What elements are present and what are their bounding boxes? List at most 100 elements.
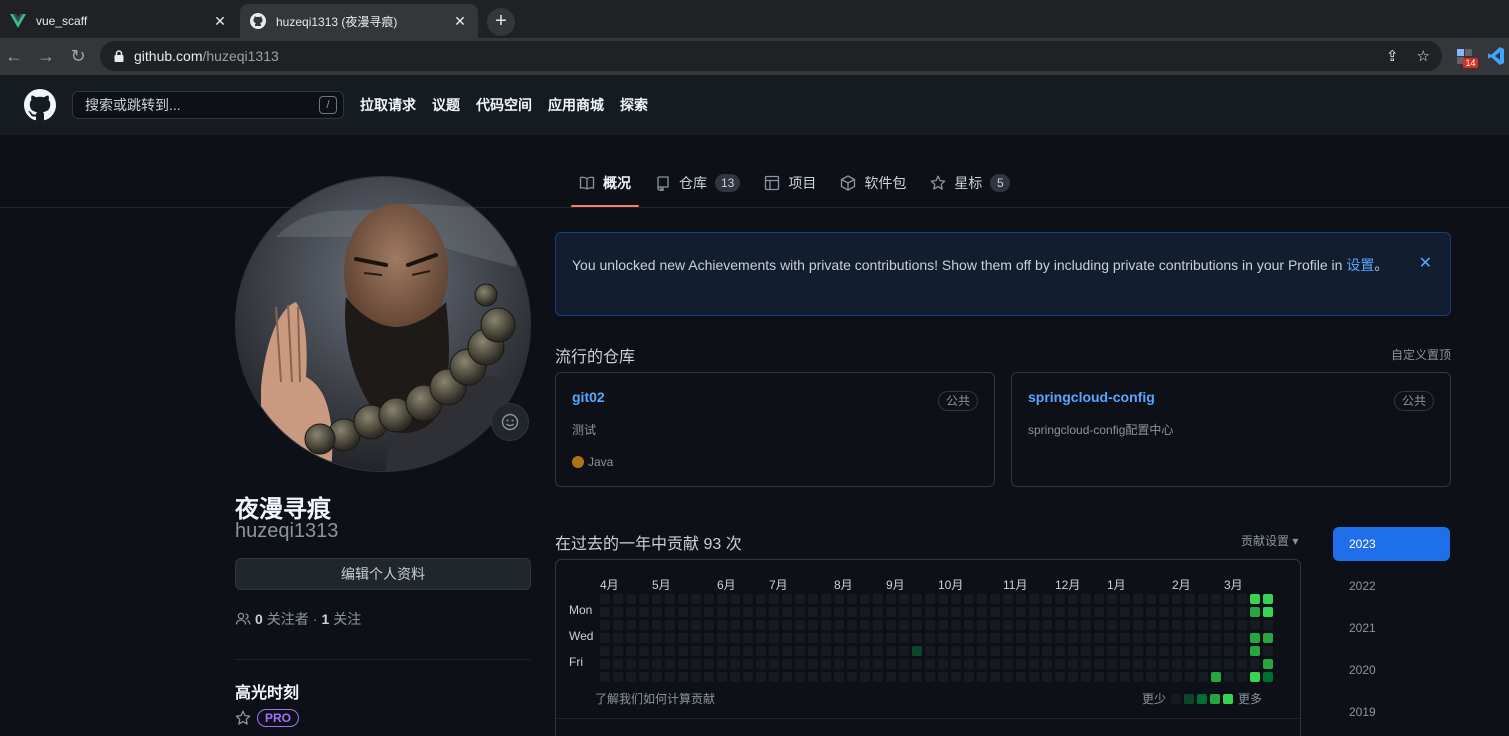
contribution-day-cell[interactable] — [1211, 620, 1221, 630]
contribution-day-cell[interactable] — [795, 594, 805, 604]
contribution-day-cell[interactable] — [1133, 607, 1143, 617]
contribution-day-cell[interactable] — [652, 646, 662, 656]
contribution-day-cell[interactable] — [1263, 646, 1273, 656]
year-2021[interactable]: 2021 — [1333, 611, 1450, 645]
contribution-day-cell[interactable] — [873, 620, 883, 630]
contribution-day-cell[interactable] — [1068, 607, 1078, 617]
contribution-day-cell[interactable] — [964, 594, 974, 604]
contribution-day-cell[interactable] — [1211, 672, 1221, 682]
contribution-day-cell[interactable] — [912, 633, 922, 643]
contribution-day-cell[interactable] — [951, 633, 961, 643]
contribution-day-cell[interactable] — [730, 633, 740, 643]
contribution-day-cell[interactable] — [1159, 659, 1169, 669]
contribution-day-cell[interactable] — [834, 646, 844, 656]
contribution-day-cell[interactable] — [1172, 594, 1182, 604]
tab-packages[interactable]: 软件包 — [832, 163, 914, 203]
contribution-day-cell[interactable] — [925, 633, 935, 643]
contribution-day-cell[interactable] — [626, 607, 636, 617]
new-tab-button[interactable]: + — [487, 8, 515, 36]
contribution-day-cell[interactable] — [769, 646, 779, 656]
contribution-day-cell[interactable] — [899, 620, 909, 630]
contribution-day-cell[interactable] — [626, 659, 636, 669]
browser-tab-github[interactable]: huzeqi1313 (夜漫寻痕) ✕ — [240, 4, 478, 38]
contribution-day-cell[interactable] — [847, 646, 857, 656]
contribution-day-cell[interactable] — [743, 607, 753, 617]
contribution-day-cell[interactable] — [743, 594, 753, 604]
contribution-day-cell[interactable] — [1211, 607, 1221, 617]
following-link[interactable]: 1 关注 — [321, 609, 361, 629]
contribution-day-cell[interactable] — [613, 672, 623, 682]
contribution-day-cell[interactable] — [613, 594, 623, 604]
contribution-day-cell[interactable] — [743, 620, 753, 630]
contribution-day-cell[interactable] — [1055, 633, 1065, 643]
contribution-day-cell[interactable] — [795, 620, 805, 630]
contribution-day-cell[interactable] — [1094, 594, 1104, 604]
contribution-day-cell[interactable] — [977, 594, 987, 604]
contribution-day-cell[interactable] — [756, 594, 766, 604]
contribution-day-cell[interactable] — [964, 659, 974, 669]
contribution-day-cell[interactable] — [860, 672, 870, 682]
contribution-day-cell[interactable] — [639, 646, 649, 656]
contribution-day-cell[interactable] — [691, 633, 701, 643]
contribution-day-cell[interactable] — [1042, 594, 1052, 604]
contribution-day-cell[interactable] — [925, 620, 935, 630]
contribution-day-cell[interactable] — [678, 659, 688, 669]
contribution-day-cell[interactable] — [704, 594, 714, 604]
contribution-day-cell[interactable] — [1029, 594, 1039, 604]
contribution-day-cell[interactable] — [873, 672, 883, 682]
learn-contributions-link[interactable]: 了解我们如何计算贡献 — [595, 690, 715, 707]
contribution-day-cell[interactable] — [977, 659, 987, 669]
contribution-day-cell[interactable] — [691, 672, 701, 682]
contribution-day-cell[interactable] — [1263, 620, 1273, 630]
nav-explore[interactable]: 探索 — [620, 95, 648, 115]
contribution-day-cell[interactable] — [847, 659, 857, 669]
contribution-day-cell[interactable] — [951, 607, 961, 617]
contribution-day-cell[interactable] — [782, 620, 792, 630]
contribution-day-cell[interactable] — [847, 633, 857, 643]
nav-codespaces[interactable]: 代码空间 — [476, 95, 532, 115]
contribution-day-cell[interactable] — [1159, 646, 1169, 656]
contribution-day-cell[interactable] — [1055, 672, 1065, 682]
contribution-day-cell[interactable] — [1107, 607, 1117, 617]
contribution-day-cell[interactable] — [639, 659, 649, 669]
contribution-day-cell[interactable] — [1159, 633, 1169, 643]
contribution-day-cell[interactable] — [1120, 659, 1130, 669]
customize-pins-link[interactable]: 自定义置顶 — [1391, 346, 1451, 363]
contribution-day-cell[interactable] — [1211, 633, 1221, 643]
contribution-day-cell[interactable] — [1133, 633, 1143, 643]
contribution-day-cell[interactable] — [912, 646, 922, 656]
contribution-day-cell[interactable] — [834, 620, 844, 630]
contribution-day-cell[interactable] — [1185, 620, 1195, 630]
contribution-day-cell[interactable] — [886, 607, 896, 617]
contribution-day-cell[interactable] — [821, 633, 831, 643]
contribution-day-cell[interactable] — [613, 620, 623, 630]
contribution-day-cell[interactable] — [990, 646, 1000, 656]
contribution-day-cell[interactable] — [1081, 672, 1091, 682]
contribution-day-cell[interactable] — [899, 633, 909, 643]
contribution-day-cell[interactable] — [1224, 620, 1234, 630]
contribution-day-cell[interactable] — [730, 672, 740, 682]
contribution-day-cell[interactable] — [1237, 594, 1247, 604]
contribution-day-cell[interactable] — [1029, 646, 1039, 656]
contribution-day-cell[interactable] — [951, 594, 961, 604]
contribution-day-cell[interactable] — [756, 659, 766, 669]
contribution-day-cell[interactable] — [1198, 594, 1208, 604]
contribution-day-cell[interactable] — [1081, 594, 1091, 604]
contribution-day-cell[interactable] — [964, 633, 974, 643]
contribution-day-cell[interactable] — [717, 633, 727, 643]
contribution-day-cell[interactable] — [652, 620, 662, 630]
contribution-day-cell[interactable] — [847, 620, 857, 630]
contribution-day-cell[interactable] — [769, 633, 779, 643]
contribution-day-cell[interactable] — [899, 646, 909, 656]
contribution-day-cell[interactable] — [1250, 620, 1260, 630]
contribution-day-cell[interactable] — [691, 620, 701, 630]
extension-icon[interactable]: 14 — [1456, 47, 1478, 68]
contribution-day-cell[interactable] — [886, 620, 896, 630]
contribution-day-cell[interactable] — [1172, 620, 1182, 630]
contribution-day-cell[interactable] — [834, 594, 844, 604]
contribution-day-cell[interactable] — [1029, 659, 1039, 669]
contribution-day-cell[interactable] — [756, 633, 766, 643]
contribution-day-cell[interactable] — [1081, 646, 1091, 656]
contribution-day-cell[interactable] — [1146, 646, 1156, 656]
contribution-day-cell[interactable] — [1224, 633, 1234, 643]
